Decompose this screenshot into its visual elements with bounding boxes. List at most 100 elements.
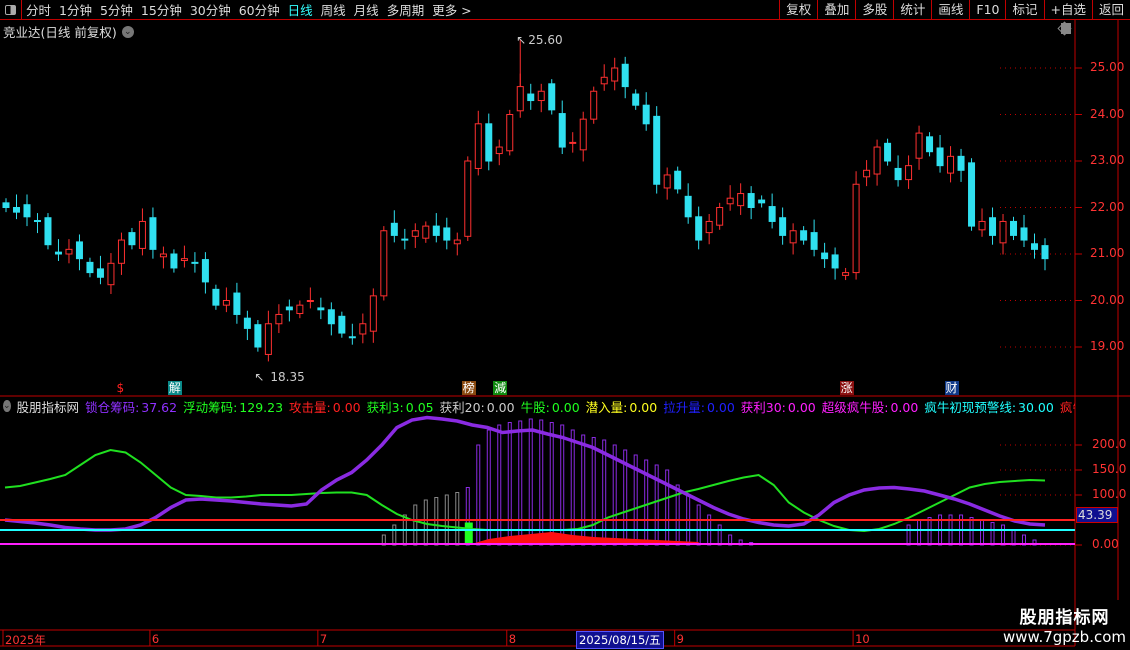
signal-marker[interactable]: $ (115, 381, 125, 395)
time-label: 6 (151, 632, 160, 646)
kline-chart[interactable]: 25.60 18.35 ↖ ↖ (0, 0, 1130, 650)
candle-body (810, 232, 818, 250)
indicator-label: 潜入量: (585, 399, 628, 415)
candle-body (390, 222, 398, 236)
indicator-value: 获利3: 0.05 (367, 398, 434, 415)
indicator-tick-label: 150.0 (1092, 462, 1127, 476)
signal-marker[interactable]: 解 (167, 381, 182, 395)
low-price-label: 18.35 (270, 370, 304, 384)
indicator-value: 牛股: 0.00 (521, 398, 580, 415)
panel-icon (1061, 23, 1071, 34)
indicator-bar (413, 504, 418, 546)
candle-body (149, 217, 157, 250)
candle-body (264, 323, 272, 355)
indicator-label: 超级疯牛股: (821, 399, 889, 415)
time-label: 9 (676, 632, 684, 646)
candle-body (800, 230, 808, 241)
candle-body (621, 63, 629, 88)
candle-body (758, 199, 766, 204)
bull-signal-bar (464, 522, 473, 545)
candle-body (642, 104, 650, 125)
candle-body (1031, 243, 1039, 250)
float-chip-line (4, 448, 1046, 533)
indicator-bar (1001, 524, 1006, 546)
indicator-bar (917, 519, 922, 546)
indicator-bar (717, 524, 722, 546)
lock-chip-line (4, 415, 1046, 532)
candle-body (632, 93, 640, 106)
candle-body (44, 217, 52, 246)
candle-body (716, 207, 724, 226)
candle-body (285, 306, 293, 311)
candle-body (947, 155, 955, 174)
indicator-value: 浮动筹码: 129.23 (183, 398, 283, 415)
indicator-name[interactable]: 股朋指标网 (17, 398, 80, 415)
indicator-bar (392, 524, 397, 546)
candle-body (170, 253, 178, 269)
candle-body (779, 217, 787, 236)
signal-marker[interactable]: 财 (944, 381, 959, 395)
candle-body (180, 258, 188, 262)
candle-body (527, 93, 535, 102)
arrow-icon: ↖ (516, 33, 526, 47)
price-tick-label: 24.00 (1090, 106, 1125, 121)
indicator-bar (486, 429, 491, 546)
indicator-number: 0.00 (787, 399, 816, 415)
candle-body (611, 67, 619, 82)
chevron-down-icon[interactable]: ⌄ (3, 400, 11, 412)
candle-body (12, 207, 20, 213)
indicator-bar (455, 492, 460, 546)
indicator-bar (507, 422, 512, 546)
candle-body (443, 227, 451, 241)
signal-marker[interactable]: 涨 (839, 381, 854, 395)
signal-marker[interactable]: 減 (493, 381, 508, 395)
candle-body (411, 230, 419, 237)
candle-body (317, 307, 325, 311)
candle-body (327, 309, 335, 325)
indicator-label: 锁仓筹码: (85, 399, 140, 415)
candle-body (737, 193, 745, 207)
indicator-tick-label: 100.0 (1092, 487, 1127, 501)
indicator-bar (591, 437, 596, 546)
indicator-bar (969, 517, 974, 546)
candle-body (926, 136, 934, 153)
indicator-number: 37.62 (141, 399, 178, 415)
time-label: 2025年 (5, 633, 46, 647)
indicator-bar (990, 522, 995, 546)
candle-body (506, 114, 514, 152)
indicator-label: 攻击量: (289, 399, 331, 415)
indicator-tick-label: 200.0 (1092, 437, 1127, 451)
candle-body (33, 220, 41, 223)
candle-body (894, 167, 902, 181)
high-price-label: 25.60 (528, 33, 562, 47)
indicator-number: 0.00 (890, 399, 919, 415)
candle-body (380, 230, 388, 297)
candle-body (884, 142, 892, 162)
indicator-bar (549, 422, 554, 546)
indicator-value: 潜入量: 0.00 (585, 398, 658, 415)
indicator-number: 0.00 (332, 399, 361, 415)
indicator-value: 获利30: 0.00 (740, 398, 816, 415)
indicator-value: 疯牛初现预警线: 30.00 (924, 398, 1054, 415)
indicator-value: 拉升量: 0.00 (663, 398, 735, 415)
candle-body (1020, 227, 1028, 241)
watermark-name: 股朋指标网 (1019, 608, 1110, 628)
signal-marker[interactable]: 榜 (461, 381, 476, 395)
candle-body (863, 169, 871, 178)
price-tick-label: 20.00 (1090, 292, 1125, 307)
candle-body (842, 272, 850, 276)
candle-body (873, 146, 881, 175)
candle-body (726, 197, 734, 205)
candle-body (191, 261, 199, 264)
price-tick-label: 19.00 (1090, 339, 1125, 353)
indicator-label: 获利30: (740, 399, 786, 415)
indicator-bar (906, 524, 911, 546)
indicator-bar (497, 424, 502, 546)
candle-body (852, 183, 860, 274)
candle-body (348, 336, 356, 339)
candle-body (401, 238, 409, 241)
price-tick-label: 22.00 (1090, 199, 1125, 214)
indicator-value: 超级疯牛股: 0.00 (821, 398, 919, 415)
candle-body (86, 261, 94, 274)
indicator-bar (434, 497, 439, 546)
